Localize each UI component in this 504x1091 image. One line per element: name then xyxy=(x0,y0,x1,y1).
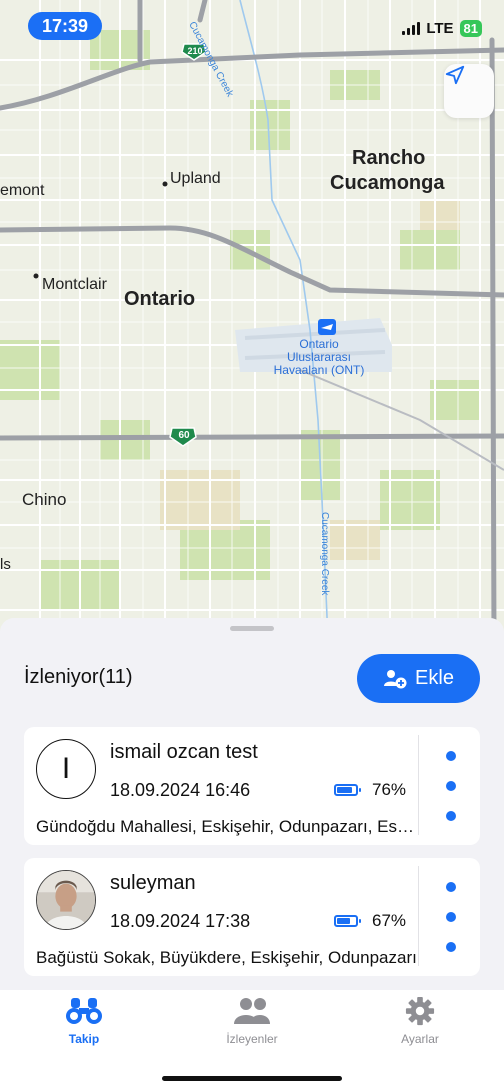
network-type: LTE xyxy=(426,20,454,37)
map-label-upland: Upland xyxy=(170,170,221,187)
battery-icon xyxy=(334,784,361,796)
tab-takip[interactable]: Takip xyxy=(0,996,168,1046)
gear-icon xyxy=(405,996,435,1026)
person-card[interactable]: suleyman 18.09.2024 17:38 67% Bağüstü So… xyxy=(24,858,480,976)
more-options-button[interactable] xyxy=(434,882,468,952)
last-seen: 18.09.2024 17:38 xyxy=(110,911,251,931)
person-name: suleyman xyxy=(110,872,196,894)
map-label-cucamonga: Cucamonga xyxy=(330,172,445,194)
avatar: I xyxy=(36,739,96,799)
location-arrow-icon xyxy=(445,65,465,85)
people-icon xyxy=(234,998,270,1024)
avatar xyxy=(36,870,96,930)
map-canvas xyxy=(0,0,504,640)
map-label-chino: Chino xyxy=(22,490,67,509)
map-label-emont: emont xyxy=(0,182,45,199)
person-address: Bağüstü Sokak, Büyükdere, Eskişehir, Odu… xyxy=(36,948,417,967)
map-label-montclair: Montclair xyxy=(42,276,107,293)
map-view[interactable]: Rancho Cucamonga Upland emont Montclair … xyxy=(0,0,504,640)
tab-izleyenler[interactable]: İzleyenler xyxy=(168,996,336,1046)
person-name: ismail ozcan test xyxy=(110,741,258,763)
person-battery: 76% xyxy=(334,780,406,800)
tab-label: İzleyenler xyxy=(226,1032,278,1046)
person-address: Gündoğdu Mahallesi, Eskişehir, Odunpazar… xyxy=(36,817,418,836)
avatar-photo xyxy=(37,871,95,929)
status-indicators: LTE 81 xyxy=(402,20,482,37)
map-label-creek-bottom: Cucamonga Creek xyxy=(319,512,330,596)
home-indicator xyxy=(162,1076,342,1081)
locate-me-button[interactable] xyxy=(444,64,494,118)
map-label-rancho: Rancho xyxy=(352,147,426,169)
binoculars-icon xyxy=(66,998,102,1024)
battery-indicator: 81 xyxy=(459,20,482,37)
map-label-ls: ls xyxy=(0,556,11,573)
tab-ayarlar[interactable]: Ayarlar xyxy=(336,996,504,1046)
signal-icon xyxy=(402,22,421,35)
card-divider xyxy=(418,866,419,966)
battery-icon xyxy=(334,915,361,927)
add-person-button[interactable]: Ekle xyxy=(357,654,480,703)
map-label-ontario: Ontario xyxy=(124,288,196,310)
add-user-icon xyxy=(384,669,407,688)
add-button-label: Ekle xyxy=(415,667,454,689)
person-card[interactable]: I ismail ozcan test 18.09.2024 16:46 76%… xyxy=(24,727,480,845)
status-time: 17:39 xyxy=(28,12,102,40)
last-seen: 18.09.2024 16:46 xyxy=(110,780,251,800)
map-label-airport: Ontario Uluslararası Havaalanı (ONT) xyxy=(273,337,365,377)
person-battery: 67% xyxy=(334,911,406,931)
more-options-button[interactable] xyxy=(434,751,468,821)
sheet-grabber[interactable] xyxy=(230,626,274,631)
hwy-60-label: 60 xyxy=(178,430,190,441)
card-divider xyxy=(418,735,419,835)
status-bar: 17:39 LTE 81 xyxy=(0,0,504,52)
tab-label: Takip xyxy=(68,1032,100,1046)
watching-title: İzleniyor(11) xyxy=(24,666,133,688)
tab-label: Ayarlar xyxy=(401,1032,439,1046)
